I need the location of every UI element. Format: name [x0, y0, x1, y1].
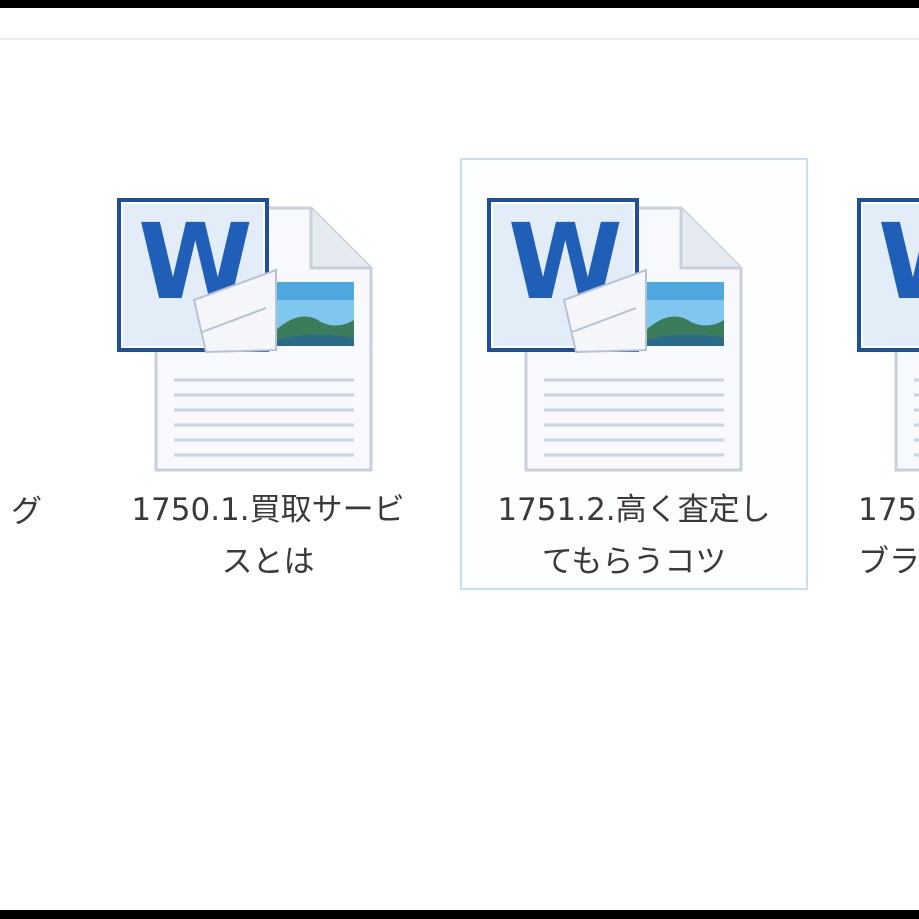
file-item[interactable]: 175 ブラ: [838, 154, 919, 590]
file-name: グ: [11, 494, 42, 530]
word-document-icon: [116, 180, 376, 480]
word-document-icon: [0, 176, 2, 476]
address-bar[interactable]: [0, 38, 919, 116]
file-name: 1750.1.買取サービ スとは: [131, 492, 405, 580]
file-name: 175 ブラ: [858, 492, 919, 580]
file-name: 1751.2.高く査定し てもらうコツ: [497, 492, 771, 580]
explorer-window: グ 1750.1.買取サービ スとは 1751.2.高く査定し てもらうコツ 1: [0, 8, 919, 910]
file-item[interactable]: グ: [0, 154, 42, 590]
word-document-icon: [856, 180, 919, 480]
file-item-selected[interactable]: 1751.2.高く査定し てもらうコツ: [460, 158, 808, 590]
file-list: グ 1750.1.買取サービ スとは 1751.2.高く査定し てもらうコツ 1: [0, 114, 919, 910]
file-item[interactable]: 1750.1.買取サービ スとは: [98, 154, 434, 590]
word-document-icon: [486, 180, 746, 480]
